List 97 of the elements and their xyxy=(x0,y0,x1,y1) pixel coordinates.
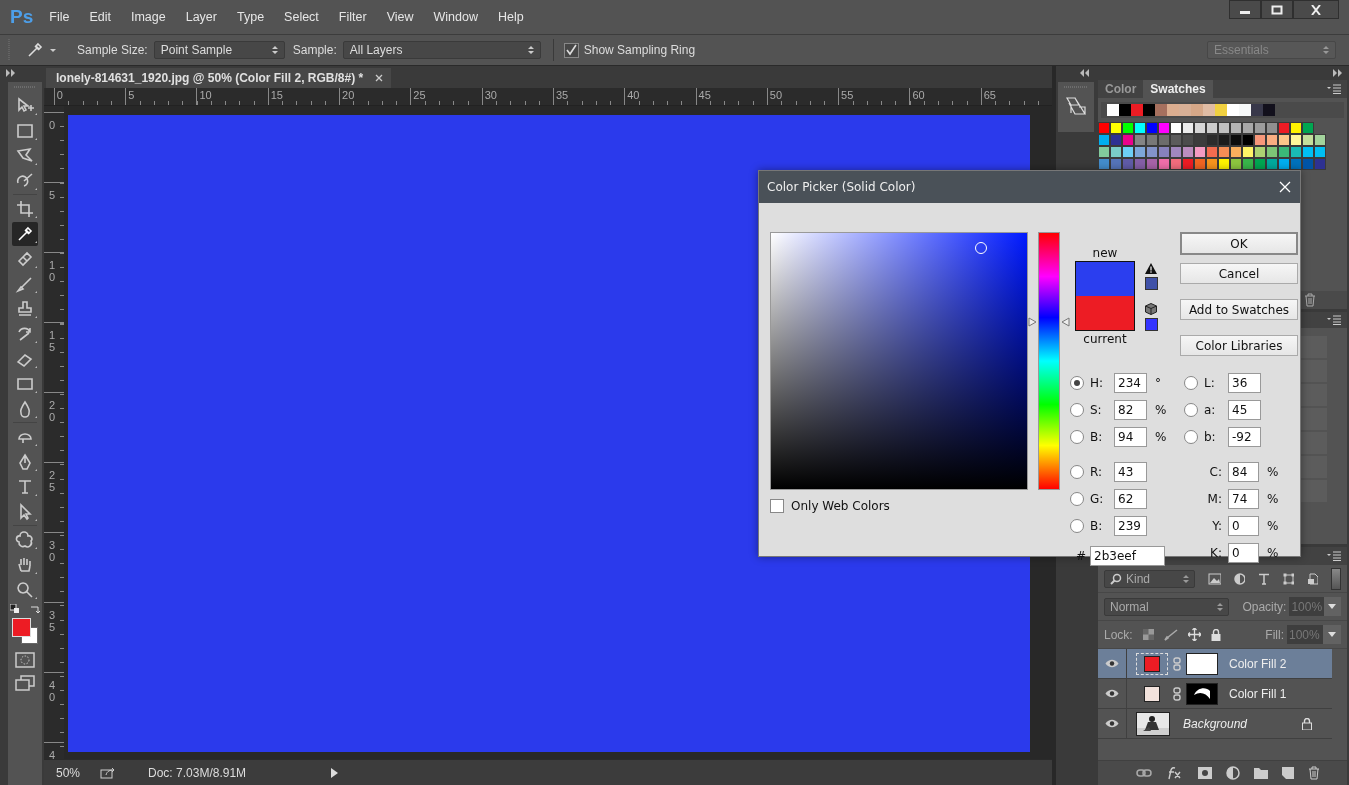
value-field[interactable]: 45 xyxy=(1228,400,1261,420)
unit-label: % xyxy=(1267,465,1279,479)
dialog-button[interactable]: Color Libraries xyxy=(1180,335,1298,356)
value-field[interactable]: 0 xyxy=(1228,543,1259,563)
menu-item[interactable]: Filter xyxy=(338,10,367,24)
ruler-label: 40 xyxy=(624,88,696,105)
field-label: H: xyxy=(1090,376,1105,390)
unit-label: % xyxy=(1267,519,1279,533)
ruler-label: 0 xyxy=(49,120,56,132)
value-field[interactable]: 94 xyxy=(1114,427,1147,447)
ruler-label: 25 xyxy=(49,470,56,494)
ruler-label: 10 xyxy=(196,88,268,105)
ruler-label: 15 xyxy=(267,88,340,105)
sample-size-label: Sample Size: xyxy=(77,43,148,57)
document-tab[interactable]: lonely-814631_1920.jpg @ 50% (Color Fill 2, RGB/8#) * xyxy=(46,68,392,88)
value-field[interactable]: 36 xyxy=(1228,373,1261,393)
ruler-label: 25 xyxy=(410,88,482,105)
field-label: B: xyxy=(1090,430,1104,444)
dialog-title: Color Picker (Solid Color) xyxy=(767,180,916,194)
new-color-label: new xyxy=(1092,245,1118,261)
ruler-label: 30 xyxy=(481,88,553,105)
lock-label: Lock: xyxy=(1104,627,1133,642)
ruler-label: 30 xyxy=(49,540,56,564)
ruler-label: 50 xyxy=(766,88,839,105)
value-field[interactable]: -92 xyxy=(1228,427,1261,447)
field-label: G: xyxy=(1090,492,1105,506)
hex-label: # xyxy=(1076,549,1088,563)
ruler-label: 0 xyxy=(53,88,126,105)
layer-name[interactable]: Color Fill 1 xyxy=(1229,686,1287,701)
ruler-label: 35 xyxy=(49,610,56,634)
value-field[interactable]: 239 xyxy=(1114,516,1147,536)
menu-item[interactable]: Type xyxy=(237,10,265,24)
value-field[interactable]: 82 xyxy=(1114,400,1147,420)
document-size-info: Doc: 7.03M/8.91M xyxy=(148,765,248,780)
dialog-button[interactable]: OK xyxy=(1180,232,1298,255)
menu-item[interactable]: File xyxy=(49,10,70,24)
ruler-label: 5 xyxy=(49,190,56,202)
layer-row[interactable]: Color Fill 1 xyxy=(1098,679,1332,709)
ruler-label: 5 xyxy=(125,88,197,105)
only-web-colors-checkbox[interactable]: Only Web Colors xyxy=(770,499,1070,513)
sample-size-select[interactable]: Point Sample xyxy=(153,41,285,59)
sample-select[interactable]: All Layers xyxy=(342,41,541,59)
ruler-label: 4 xyxy=(49,750,56,759)
field-label: b: xyxy=(1204,430,1217,444)
layer-name[interactable]: Background xyxy=(1183,716,1248,731)
current-color-label: current xyxy=(1083,331,1127,347)
unit-label: % xyxy=(1155,403,1167,417)
field-label: R: xyxy=(1090,465,1103,479)
blend-mode-select[interactable]: Normal xyxy=(1104,597,1230,616)
ruler-label: 40 xyxy=(49,680,56,704)
field-label: C: xyxy=(1208,465,1223,479)
unit-label: % xyxy=(1267,546,1279,560)
layer-row[interactable]: Color Fill 2 xyxy=(1098,649,1332,679)
unit-label: ° xyxy=(1155,376,1161,390)
value-field[interactable]: 43 xyxy=(1114,462,1147,482)
unit-label: % xyxy=(1155,430,1167,444)
ruler-label: 20 xyxy=(339,88,411,105)
panel-tab[interactable]: Swatches xyxy=(1143,80,1213,98)
layer-filter-select[interactable]: Kind xyxy=(1104,569,1195,588)
layer-row[interactable]: Background xyxy=(1098,709,1332,739)
value-field[interactable]: 62 xyxy=(1114,489,1147,509)
sampling-ring-checkbox[interactable]: Show Sampling Ring xyxy=(563,42,696,58)
value-field[interactable]: 0 xyxy=(1228,516,1259,536)
dialog-button[interactable]: Add to Swatches xyxy=(1180,299,1298,320)
ruler-label: 35 xyxy=(552,88,625,105)
field-label: a: xyxy=(1204,403,1217,417)
field-label: L: xyxy=(1204,376,1216,390)
menu-item[interactable]: Help xyxy=(497,10,524,24)
sample-label: Sample: xyxy=(292,43,337,57)
hex-field[interactable]: 2b3eef xyxy=(1090,546,1165,566)
menu-item[interactable]: Window xyxy=(433,10,478,24)
ruler-label: 15 xyxy=(49,330,56,354)
opacity-label: Opacity: xyxy=(1242,599,1287,614)
field-label: M: xyxy=(1206,492,1223,506)
ruler-label: 10 xyxy=(49,260,56,284)
ruler-label: 20 xyxy=(49,400,56,424)
ruler-label: 45 xyxy=(695,88,767,105)
panel-tab[interactable]: Color xyxy=(1098,80,1144,98)
ruler-label: 55 xyxy=(838,88,910,105)
field-label: B: xyxy=(1090,519,1104,533)
field-label: K: xyxy=(1209,546,1223,560)
value-field[interactable]: 84 xyxy=(1228,462,1259,482)
ruler-label: 60 xyxy=(909,88,981,105)
menu-item[interactable]: Layer xyxy=(185,10,217,24)
fill-label: Fill: xyxy=(1265,627,1284,642)
menu-item[interactable]: View xyxy=(386,10,414,24)
dialog-button[interactable]: Cancel xyxy=(1180,263,1298,284)
field-label: Y: xyxy=(1211,519,1223,533)
menu-item[interactable]: Edit xyxy=(89,10,111,24)
layer-name[interactable]: Color Fill 2 xyxy=(1229,656,1287,671)
menu-item[interactable]: Image xyxy=(130,10,166,24)
value-field[interactable]: 234 xyxy=(1114,373,1147,393)
value-field[interactable]: 74 xyxy=(1228,489,1259,509)
zoom-level[interactable]: 50% xyxy=(56,765,81,780)
unit-label: % xyxy=(1267,492,1279,506)
menu-item[interactable]: Select xyxy=(284,10,319,24)
field-label: S: xyxy=(1090,403,1103,417)
